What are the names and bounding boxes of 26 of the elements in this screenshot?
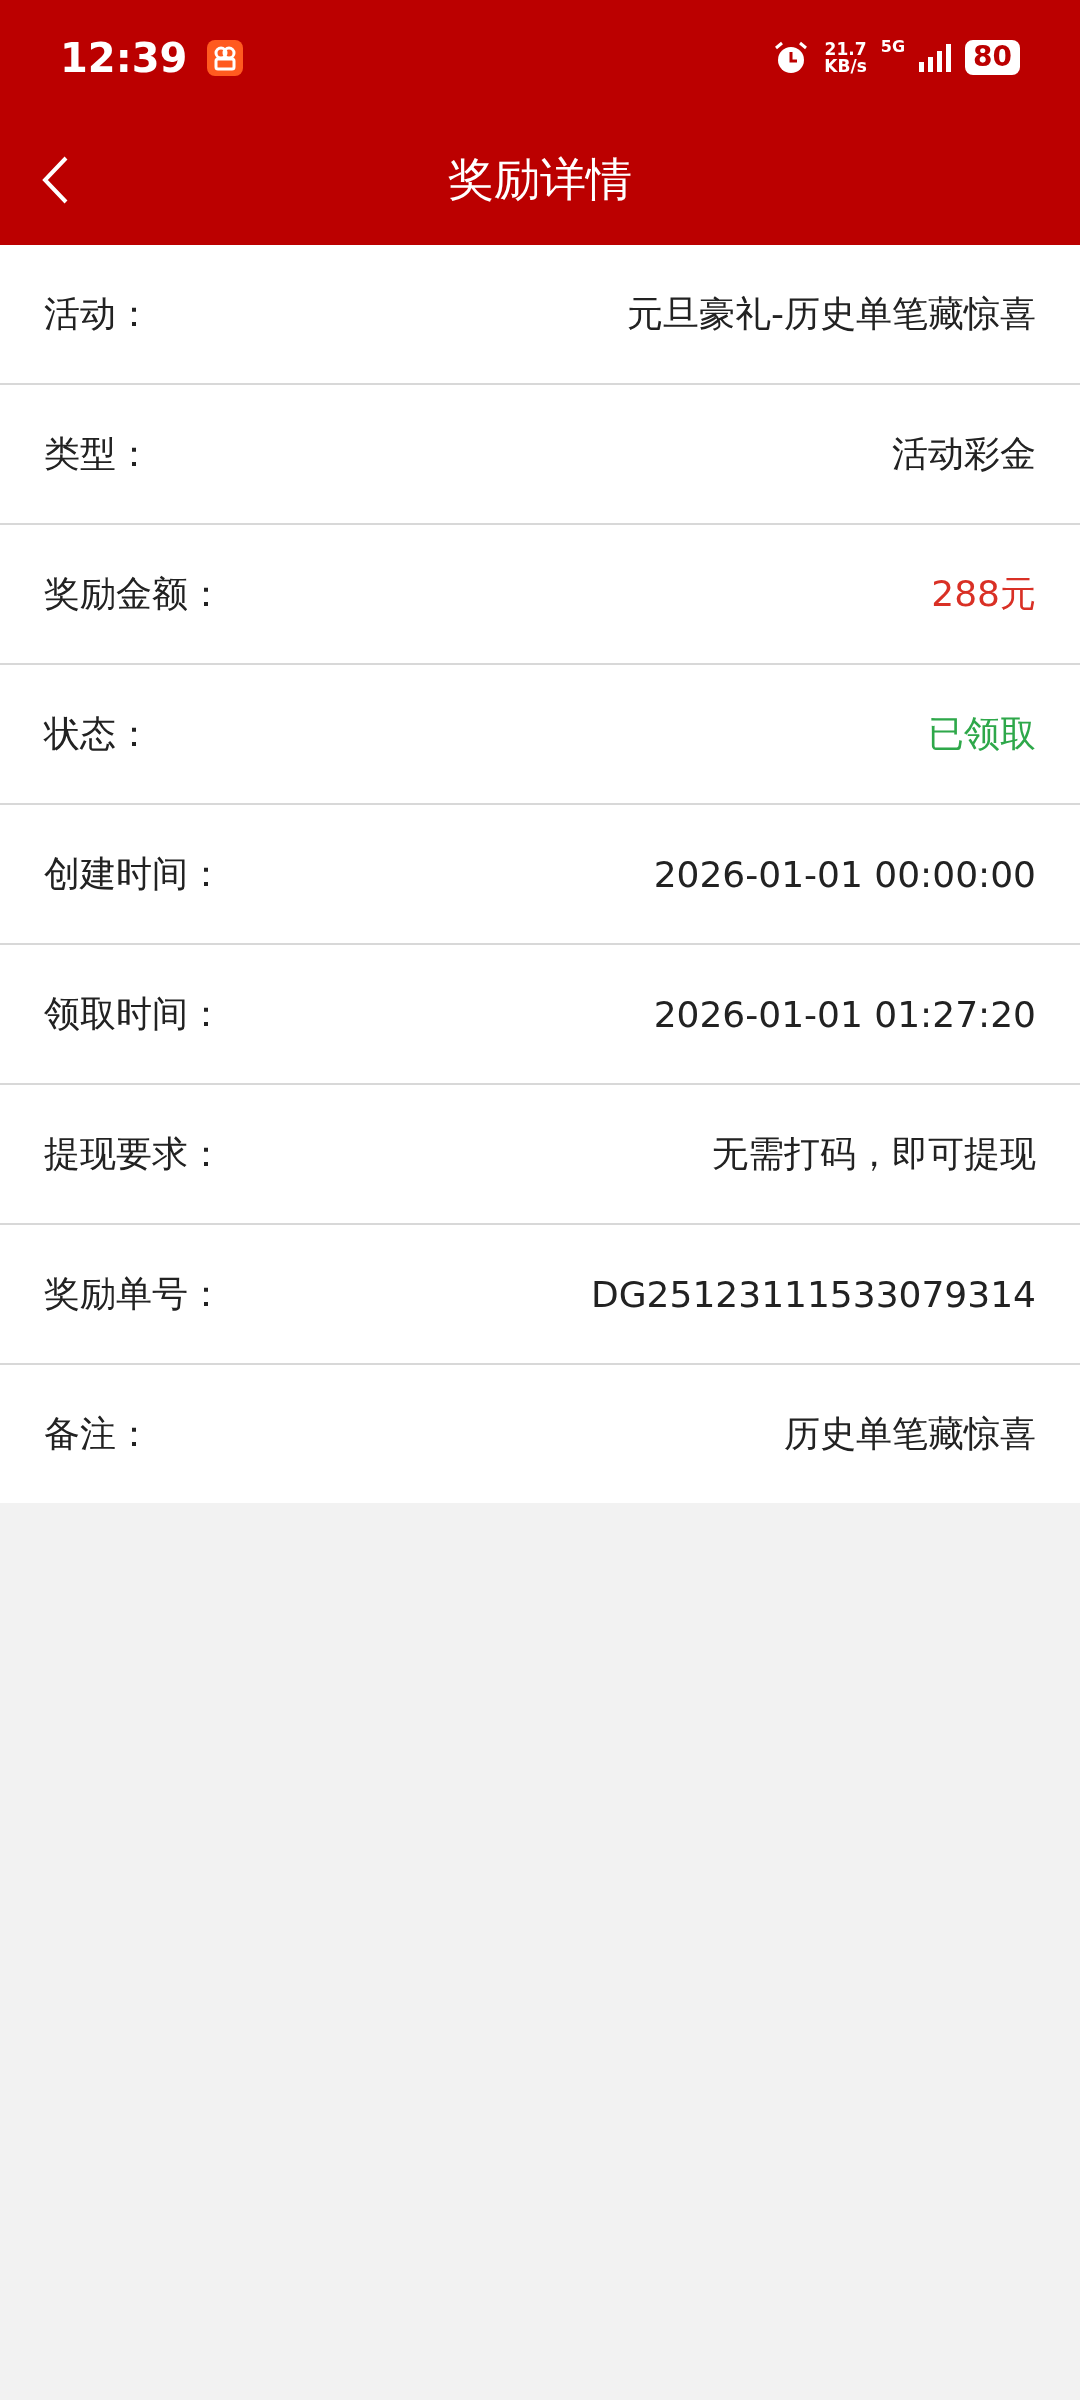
network-speed: 21.7 KB/s (824, 40, 867, 75)
field-label: 提现要求： (44, 1131, 224, 1176)
field-value: DG25123111533079314 (591, 1273, 1036, 1315)
field-value: 已领取 (928, 711, 1036, 756)
field-label: 奖励单号： (44, 1271, 224, 1316)
field-label: 创建时间： (44, 851, 224, 896)
field-value: 288元 (931, 571, 1036, 616)
status-time: 12:39 (60, 34, 188, 81)
field-label: 领取时间： (44, 991, 224, 1036)
page-title: 奖励详情 (448, 151, 632, 208)
field-value: 元旦豪礼-历史单笔藏惊喜 (627, 291, 1036, 336)
field-value: 2026-01-01 00:00:00 (653, 853, 1036, 895)
field-value: 2026-01-01 01:27:20 (653, 993, 1036, 1035)
signal-icon (919, 43, 952, 72)
field-label: 状态： (44, 711, 152, 756)
field-value: 无需打码，即可提现 (712, 1131, 1036, 1176)
field-value: 活动彩金 (892, 431, 1036, 476)
field-label: 备注： (44, 1411, 152, 1456)
field-label: 奖励金额： (44, 571, 224, 616)
app-icon (207, 39, 244, 76)
battery-indicator: 80 (965, 40, 1020, 75)
back-icon (42, 156, 68, 204)
network-type: 5G (880, 37, 906, 56)
field-value: 历史单笔藏惊喜 (784, 1411, 1036, 1456)
field-label: 活动： (44, 291, 152, 336)
field-label: 类型： (44, 431, 152, 476)
